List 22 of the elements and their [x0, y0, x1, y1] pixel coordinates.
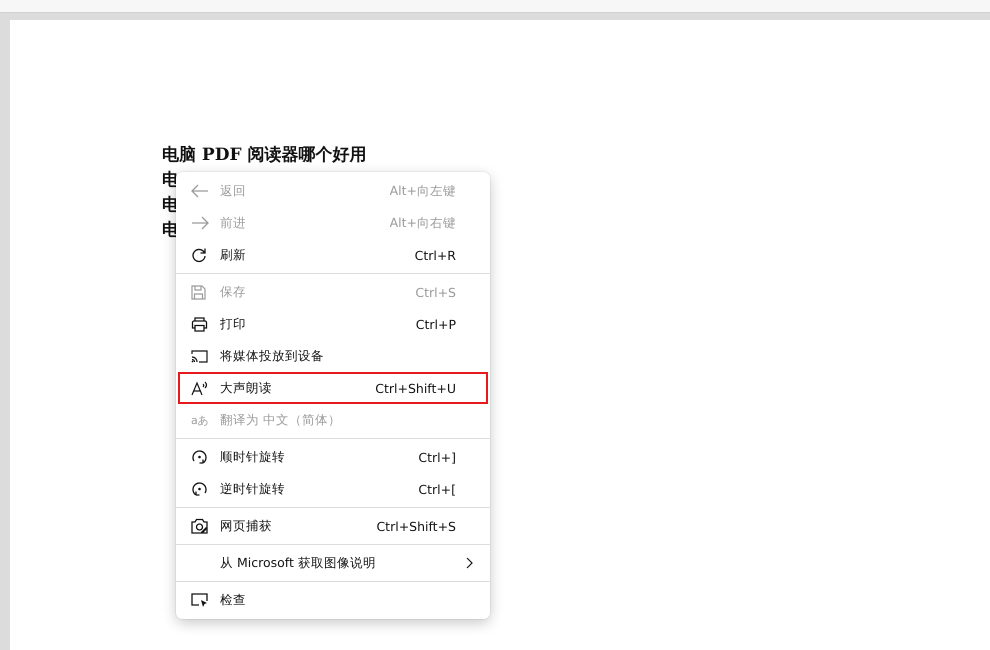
menu-item[interactable]: 顺时针旋转 Ctrl+]	[178, 441, 488, 473]
read-aloud-icon	[191, 380, 209, 396]
refresh-icon	[191, 247, 207, 263]
menu-item[interactable]: 逆时针旋转 Ctrl+[	[178, 473, 488, 505]
heading-text: 电脑 PDF 阅读器哪个好用	[162, 144, 366, 167]
forward-arrow-icon	[191, 216, 209, 230]
translate-icon: aあ	[191, 412, 209, 428]
printer-icon	[191, 316, 208, 332]
menu-item[interactable]: 将媒体投放到设备	[178, 340, 488, 372]
menu-item[interactable]: 大声朗读 Ctrl+Shift+U	[178, 372, 488, 404]
menu-item[interactable]: 从 Microsoft 获取图像说明	[178, 547, 488, 579]
camera-icon	[191, 518, 208, 534]
menu-item[interactable]: 刷新 Ctrl+R	[178, 239, 488, 271]
cast-icon	[191, 350, 208, 362]
menu-item[interactable]: 打印 Ctrl+P	[178, 308, 488, 340]
menu-item[interactable]: 网页捕获 Ctrl+Shift+S	[178, 510, 488, 542]
inspect-icon	[191, 592, 208, 608]
back-arrow-icon	[191, 184, 209, 198]
rotate-counterclockwise-icon	[191, 480, 208, 498]
menu-item[interactable]: 检查	[178, 584, 488, 616]
save-icon	[191, 284, 206, 300]
rotate-clockwise-icon	[191, 448, 208, 466]
